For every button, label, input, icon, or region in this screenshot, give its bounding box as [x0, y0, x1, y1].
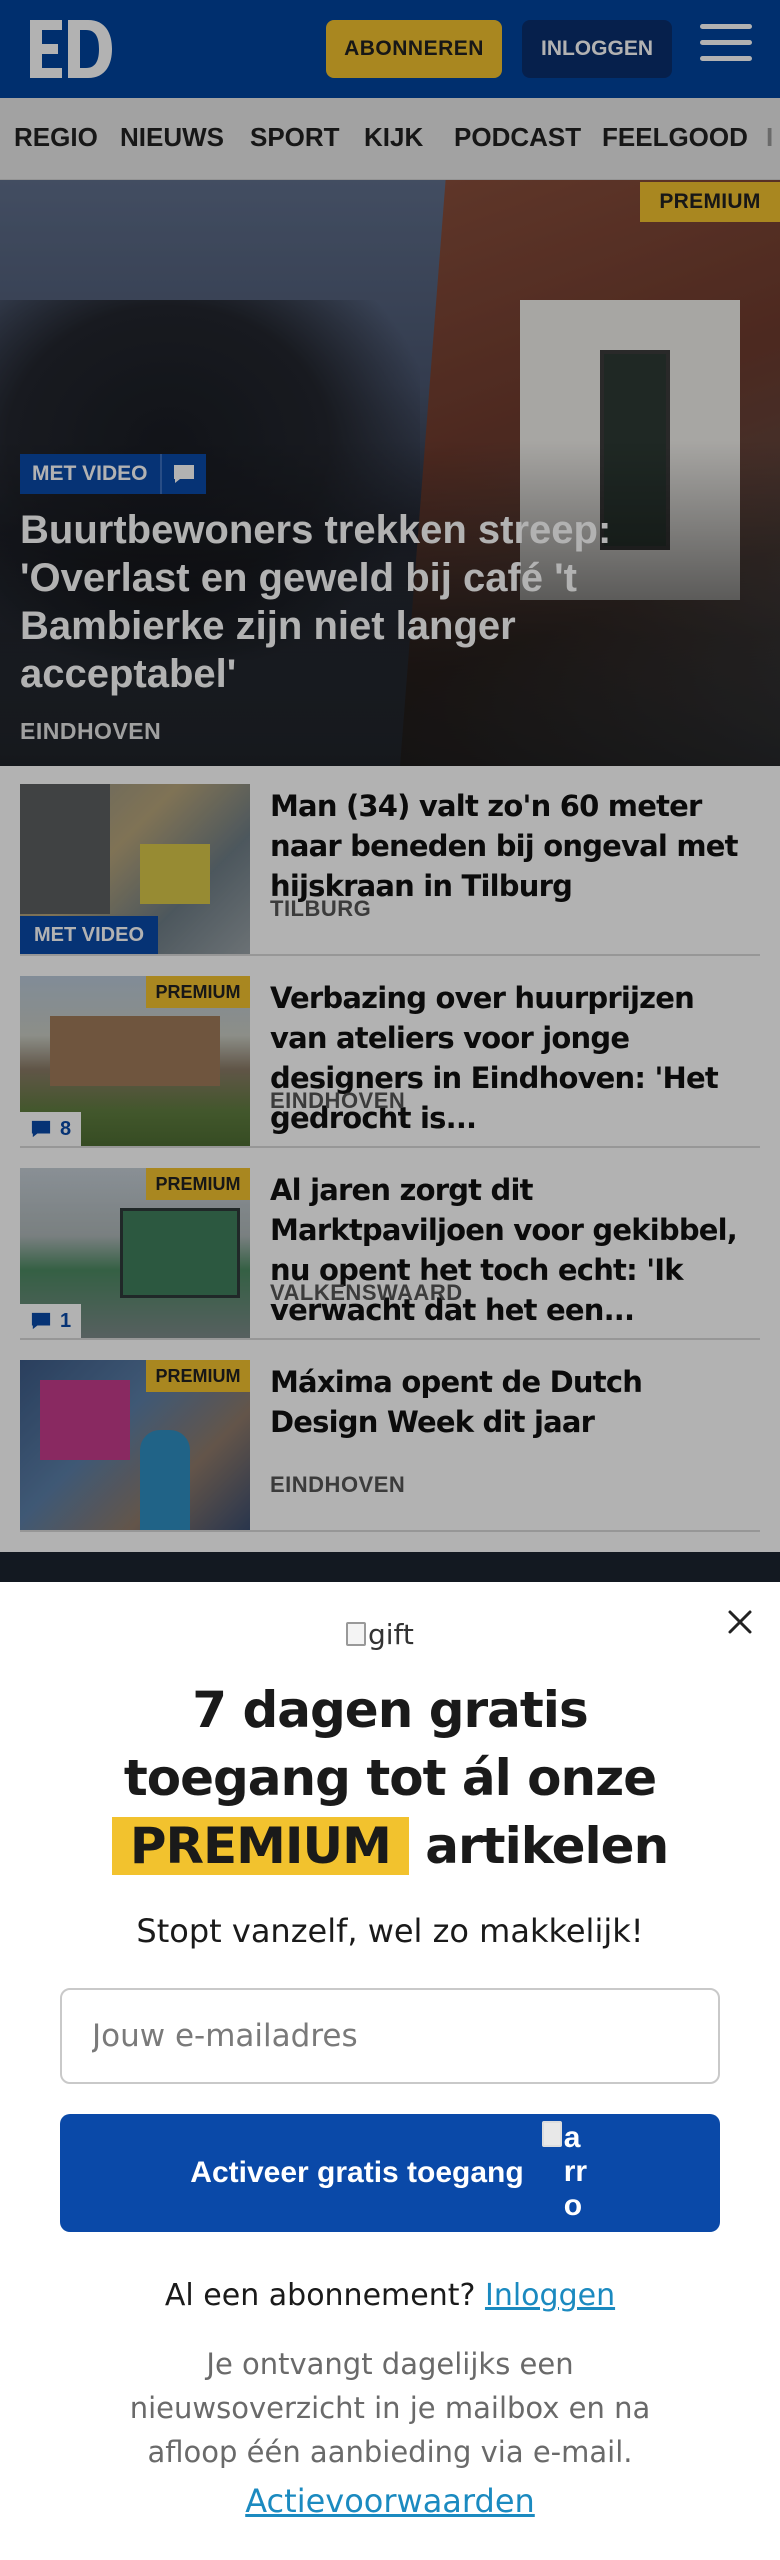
modal-subtitle: Stopt vanzelf, wel zo makkelijk! [136, 1912, 644, 1950]
login-link[interactable]: Inloggen [485, 2278, 615, 2313]
premium-highlight: PREMIUM [111, 1817, 409, 1875]
close-icon[interactable] [722, 1604, 758, 1640]
arrow-right-icon: arrow right [541, 2121, 590, 2225]
premium-trial-modal: gift 7 dagen gratis toegang tot ál onze … [0, 1582, 780, 2560]
modal-title: 7 dagen gratis toegang tot ál onze PREMI… [0, 1676, 780, 1880]
terms-link[interactable]: Actievoorwaarden [0, 2482, 780, 2520]
email-field[interactable] [60, 1988, 720, 2084]
gift-icon: gift [346, 1612, 436, 1656]
activate-trial-button[interactable]: Activeer gratis toegang arrow right [60, 2114, 720, 2232]
modal-backdrop[interactable] [0, 0, 780, 1582]
login-prompt: Al een abonnement? Inloggen [164, 2278, 616, 2313]
modal-info-text: Je ontvangt dagelijks een nieuwsoverzich… [129, 2347, 651, 2469]
